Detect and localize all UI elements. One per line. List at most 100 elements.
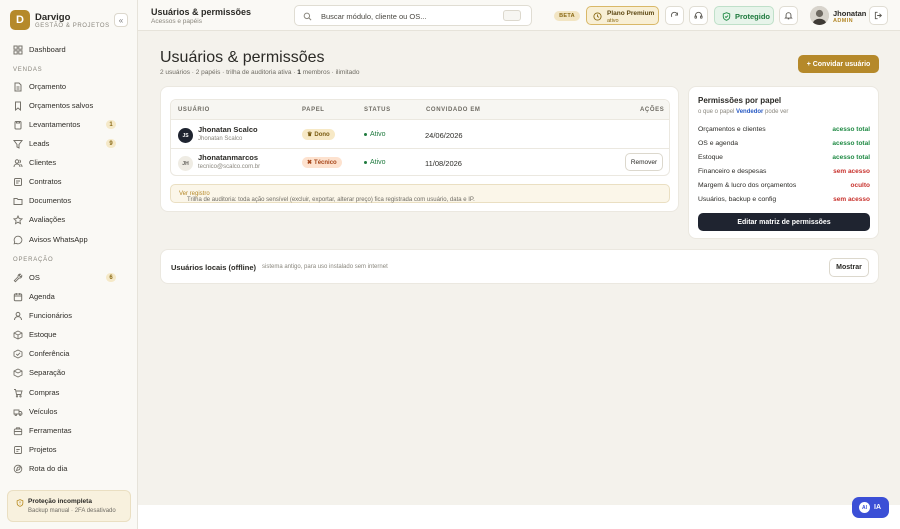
sidebar-item-label: Ferramentas [29, 426, 72, 435]
grid-icon [13, 45, 23, 55]
permissions-card: Permissões por papel o que o papel Vende… [688, 86, 879, 239]
count-badge: 9 [106, 139, 116, 148]
sidebar: D Darvigo GESTÃO & PROJETOS « Dashboard … [0, 0, 138, 529]
column-header-status: STATUS [364, 107, 391, 113]
ai-assistant-button[interactable]: AI IA [852, 497, 889, 518]
page-summary: 2 usuários · 2 papéis · trilha de audito… [160, 69, 360, 76]
sidebar-item-clientes[interactable]: Clientes [10, 155, 128, 170]
offline-users-card: Usuários locais (offline) sistema antigo… [160, 249, 879, 284]
sidebar-item-avisos-whatsapp[interactable]: Avisos WhatsApp [10, 232, 128, 247]
tools-icon [13, 426, 23, 435]
sidebar-item-label: Funcionários [29, 311, 72, 320]
sidebar-item-label: OS [29, 273, 40, 282]
sidebar-item-label: Orçamento [29, 82, 67, 91]
brand-name: Darvigo [35, 12, 71, 23]
footer-area [138, 505, 900, 529]
sidebar-item-label: Rota do dia [29, 464, 68, 473]
sidebar-item-funcionarios[interactable]: Funcionários [10, 308, 128, 323]
protected-status-button[interactable]: Protegido [714, 6, 774, 25]
filter-icon [13, 139, 23, 149]
sidebar-item-orcamentos-salvos[interactable]: Orçamentos salvos [10, 98, 128, 113]
count-badge: 1 [106, 120, 116, 129]
project-icon [14, 445, 22, 454]
invited-date: 24/06/2026 [425, 131, 463, 140]
column-header-papel: PAPEL [302, 107, 325, 113]
sidebar-item-label: Levantamentos [29, 120, 81, 129]
sidebar-item-levantamentos[interactable]: Levantamentos 1 [10, 117, 128, 132]
ai-label: IA [874, 504, 881, 511]
bookmark-icon [15, 101, 21, 111]
logout-button[interactable] [869, 6, 888, 25]
user-initials: JH [178, 156, 193, 171]
remove-user-button[interactable]: Remover [625, 153, 663, 171]
search-input[interactable]: Buscar módulo, cliente ou OS... [294, 5, 532, 26]
logout-icon [874, 11, 883, 20]
sidebar-item-conferencia[interactable]: Conferência [10, 346, 128, 361]
sidebar-item-label: Leads [29, 139, 50, 148]
protected-label: Protegido [735, 12, 770, 21]
topbar-title: Usuários & permissões [151, 7, 252, 17]
table-row: JH Jhonatanmarcos tecnico@scalco.com.br … [171, 149, 669, 177]
sidebar-item-label: Contratos [29, 177, 62, 186]
sidebar-item-leads[interactable]: Leads 9 [10, 136, 128, 151]
sidebar-item-separacao[interactable]: Separação [10, 365, 128, 380]
invite-user-button[interactable]: + Convidar usuário [798, 55, 879, 73]
section-title-operacao: OPERAÇÃO [13, 257, 54, 263]
route-icon [13, 464, 23, 473]
sidebar-item-label: Agenda [29, 292, 55, 301]
chat-icon [13, 235, 23, 244]
avatar[interactable] [810, 6, 829, 25]
sidebar-item-label: Clientes [29, 158, 57, 167]
sidebar-item-contratos[interactable]: Contratos [10, 174, 128, 189]
sidebar-item-os[interactable]: OS 6 [10, 270, 128, 285]
sidebar-item-label: Orçamentos salvos [29, 101, 94, 110]
role-selector[interactable]: Vendedor [736, 109, 763, 115]
sidebar-item-documentos[interactable]: Documentos [10, 193, 128, 208]
protection-warning-card[interactable]: Proteção incompleta Backup manual · 2FA … [7, 490, 131, 522]
refresh-button[interactable] [665, 6, 684, 25]
collapse-sidebar-button[interactable]: « [114, 13, 128, 27]
edit-permissions-button[interactable]: Editar matriz de permissões [698, 213, 870, 231]
sidebar-item-projetos[interactable]: Projetos [10, 442, 128, 457]
user-name: Jhonatan Scalco [198, 125, 258, 134]
breadcrumb: Acessos e papéis [151, 18, 202, 25]
status-badge: Ativo [364, 159, 386, 166]
sidebar-item-label: Avisos WhatsApp [29, 235, 88, 244]
sidebar-item-label: Projetos [29, 445, 57, 454]
notifications-button[interactable] [779, 6, 798, 25]
sidebar-item-estoque[interactable]: Estoque [10, 327, 128, 342]
plan-premium-button[interactable]: Plano Premium ativo [586, 6, 659, 25]
sidebar-item-avaliacoes[interactable]: Avaliações [10, 212, 128, 227]
permission-row: Margem & lucro dos orçamentos oculto [698, 182, 870, 189]
shield-check-icon [722, 12, 731, 21]
user-name: Jhonatan [833, 9, 867, 18]
user-initials: JS [178, 128, 193, 143]
box-icon [13, 329, 23, 340]
sidebar-item-label: Documentos [29, 196, 72, 205]
topbar: Usuários & permissões Acessos e papéis B… [138, 0, 900, 31]
star-icon [13, 214, 23, 224]
sidebar-item-rota-do-dia[interactable]: Rota do dia [10, 461, 128, 476]
sidebar-item-veiculos[interactable]: Veículos [10, 404, 128, 419]
protection-title: Proteção incompleta [28, 498, 92, 505]
permissions-title: Permissões por papel [698, 96, 782, 105]
calendar-icon [13, 292, 23, 301]
sidebar-item-agenda[interactable]: Agenda [10, 289, 128, 304]
brand[interactable]: D Darvigo GESTÃO & PROJETOS [10, 10, 130, 32]
sidebar-item-orcamento[interactable]: Orçamento [10, 79, 128, 94]
user-email: tecnico@scalco.com.br [198, 164, 261, 170]
status-badge: Ativo [364, 131, 386, 138]
sidebar-item-dashboard[interactable]: Dashboard [10, 42, 128, 57]
search-placeholder: Buscar módulo, cliente ou OS... [321, 12, 427, 21]
user-email: Jhonatan Scalco [198, 136, 243, 142]
sidebar-item-compras[interactable]: Compras [10, 385, 128, 400]
beta-badge: BETA [554, 11, 580, 21]
search-icon [303, 12, 312, 21]
table-header: USUÁRIO PAPEL STATUS CONVIDADO EM AÇÕES [171, 100, 669, 120]
person-icon [14, 311, 22, 320]
sidebar-item-ferramentas[interactable]: Ferramentas [10, 423, 128, 438]
users-card: USUÁRIO PAPEL STATUS CONVIDADO EM AÇÕES … [160, 86, 679, 212]
support-button[interactable] [689, 6, 708, 25]
show-offline-users-button[interactable]: Mostrar [829, 258, 869, 277]
plan-status: ativo [607, 18, 619, 24]
